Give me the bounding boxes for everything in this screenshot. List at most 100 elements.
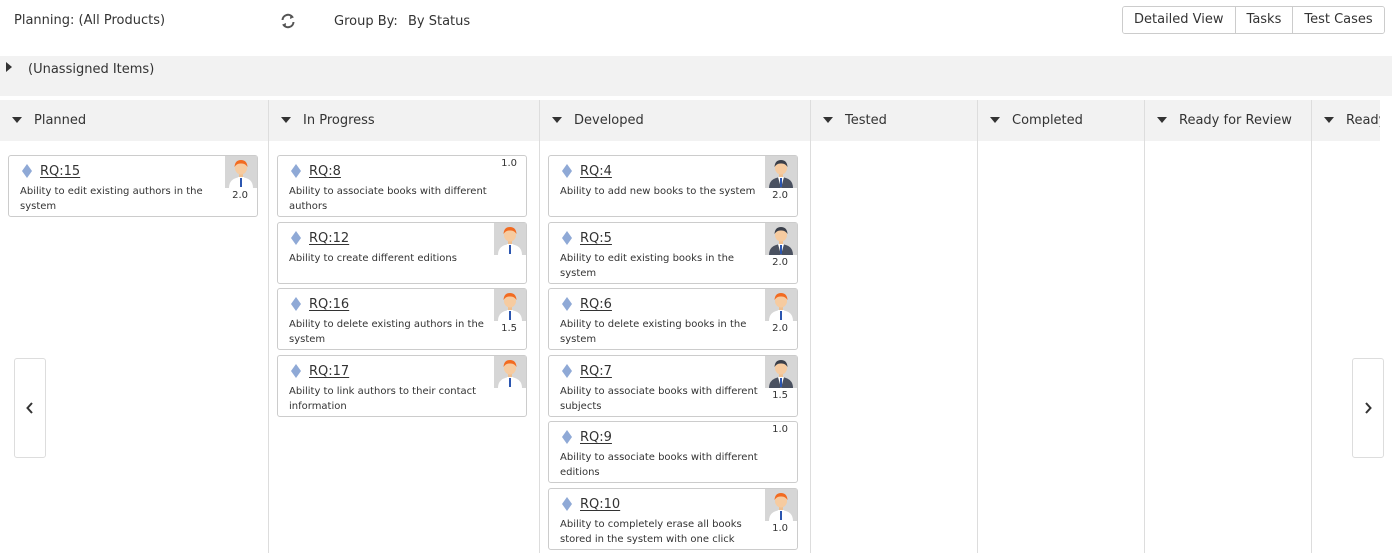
board-column: Developed RQ:4 Ability to add new books to… bbox=[540, 100, 811, 553]
requirement-card[interactable]: RQ:8 Ability to associate books with diff… bbox=[277, 155, 527, 217]
column-header: Ready for Test bbox=[1312, 100, 1380, 141]
chevron-left-icon bbox=[26, 402, 33, 414]
requirement-card[interactable]: RQ:10 Ability to completely erase all boo… bbox=[548, 488, 798, 550]
requirement-description: Ability to link authors to their contact… bbox=[289, 386, 477, 412]
column-header: Planned bbox=[0, 100, 268, 141]
avatar[interactable] bbox=[765, 289, 797, 321]
column-header: Ready for Review bbox=[1145, 100, 1311, 141]
diamond-icon bbox=[562, 163, 572, 178]
column-title: Developed bbox=[574, 113, 644, 128]
column-header: In Progress bbox=[269, 100, 539, 141]
diamond-icon bbox=[291, 230, 301, 245]
requirement-card[interactable]: RQ:7 Ability to associate books with diff… bbox=[548, 355, 798, 417]
column-title: Ready for Review bbox=[1179, 113, 1292, 128]
group-by-label: Group By: bbox=[334, 14, 398, 29]
diamond-icon bbox=[291, 163, 301, 178]
collapse-caret-icon[interactable] bbox=[12, 117, 22, 123]
requirement-description: Ability to associate books with differen… bbox=[560, 386, 758, 412]
estimate-points: 2.0 bbox=[772, 323, 788, 334]
requirement-description: Ability to delete existing authors in th… bbox=[289, 319, 484, 345]
avatar[interactable] bbox=[494, 356, 526, 388]
avatar[interactable] bbox=[494, 289, 526, 321]
column-title: In Progress bbox=[303, 113, 375, 128]
column-header: Tested bbox=[811, 100, 977, 141]
refresh-button[interactable] bbox=[279, 12, 297, 30]
test-cases-button[interactable]: Test Cases bbox=[1293, 7, 1384, 33]
prev-page-button[interactable] bbox=[14, 358, 46, 458]
diamond-icon bbox=[562, 363, 572, 378]
requirement-link[interactable]: RQ:12 bbox=[309, 231, 349, 246]
kanban-board: Planned RQ:15 Ability to edit existing aut… bbox=[0, 100, 1380, 553]
board-column: Ready for Review bbox=[1145, 100, 1312, 553]
tasks-button[interactable]: Tasks bbox=[1235, 7, 1294, 33]
board-column: In Progress RQ:8 Ability to associate book… bbox=[269, 100, 540, 553]
estimate-points: 2.0 bbox=[772, 190, 788, 201]
requirement-link[interactable]: RQ:5 bbox=[580, 231, 612, 246]
collapse-caret-icon[interactable] bbox=[1157, 117, 1167, 123]
diamond-icon bbox=[562, 296, 572, 311]
collapse-caret-icon[interactable] bbox=[281, 117, 291, 123]
requirement-link[interactable]: RQ:15 bbox=[40, 164, 80, 179]
requirement-description: Ability to edit existing books in the sy… bbox=[560, 253, 735, 279]
avatar[interactable] bbox=[494, 223, 526, 255]
diamond-icon bbox=[562, 429, 572, 444]
page-title: Planning: (All Products) bbox=[14, 13, 166, 28]
requirement-link[interactable]: RQ:7 bbox=[580, 364, 612, 379]
detailed-view-button[interactable]: Detailed View bbox=[1123, 7, 1236, 33]
requirement-link[interactable]: RQ:10 bbox=[580, 497, 620, 512]
requirement-link[interactable]: RQ:6 bbox=[580, 297, 612, 312]
requirement-link[interactable]: RQ:8 bbox=[309, 164, 341, 179]
unassigned-label: (Unassigned Items) bbox=[28, 62, 155, 77]
requirement-card[interactable]: RQ:6 Ability to delete existing books in … bbox=[548, 288, 798, 350]
requirement-link[interactable]: RQ:17 bbox=[309, 364, 349, 379]
avatar[interactable] bbox=[765, 156, 797, 188]
requirement-card[interactable]: RQ:17 Ability to link authors to their co… bbox=[277, 355, 527, 417]
requirement-card[interactable]: RQ:16 Ability to delete existing authors … bbox=[277, 288, 527, 350]
expand-caret-icon[interactable] bbox=[6, 62, 12, 72]
refresh-icon bbox=[281, 13, 295, 29]
view-switcher: Detailed View Tasks Test Cases bbox=[1122, 6, 1385, 34]
requirement-description: Ability to associate books with differen… bbox=[289, 186, 487, 212]
requirement-card[interactable]: RQ:5 Ability to edit existing books in th… bbox=[548, 222, 798, 284]
board-column: Planned RQ:15 Ability to edit existing aut… bbox=[0, 100, 269, 553]
avatar[interactable] bbox=[765, 356, 797, 388]
toolbar: Planning: (All Products) Group By: By St… bbox=[0, 0, 1392, 44]
column-title: Completed bbox=[1012, 113, 1083, 128]
board-column: Tested bbox=[811, 100, 978, 553]
next-page-button[interactable] bbox=[1352, 358, 1384, 458]
requirement-card[interactable]: RQ:15 Ability to edit existing authors in… bbox=[8, 155, 258, 217]
requirement-link[interactable]: RQ:4 bbox=[580, 164, 612, 179]
collapse-caret-icon[interactable] bbox=[990, 117, 1000, 123]
chevron-right-icon bbox=[1365, 402, 1372, 414]
requirement-description: Ability to delete existing books in the … bbox=[560, 319, 747, 345]
group-by-select[interactable]: By Status bbox=[408, 14, 470, 29]
requirement-link[interactable]: RQ:16 bbox=[309, 297, 349, 312]
estimate-points: 1.0 bbox=[501, 158, 517, 169]
avatar[interactable] bbox=[765, 489, 797, 521]
collapse-caret-icon[interactable] bbox=[552, 117, 562, 123]
requirement-description: Ability to edit existing authors in the … bbox=[20, 186, 203, 212]
requirement-card[interactable]: RQ:12 Ability to create different edition… bbox=[277, 222, 527, 284]
diamond-icon bbox=[562, 496, 572, 511]
requirement-card[interactable]: RQ:9 Ability to associate books with diff… bbox=[548, 421, 798, 483]
avatar[interactable] bbox=[225, 156, 257, 188]
estimate-points: 2.0 bbox=[772, 257, 788, 268]
unassigned-row[interactable] bbox=[0, 56, 1392, 96]
diamond-icon bbox=[562, 230, 572, 245]
requirement-description: Ability to add new books to the system bbox=[560, 186, 756, 197]
requirement-link[interactable]: RQ:9 bbox=[580, 430, 612, 445]
column-header: Developed bbox=[540, 100, 810, 141]
board-column: Completed bbox=[978, 100, 1145, 553]
avatar[interactable] bbox=[765, 223, 797, 255]
estimate-points: 1.5 bbox=[772, 390, 788, 401]
collapse-caret-icon[interactable] bbox=[1324, 117, 1334, 123]
diamond-icon bbox=[291, 363, 301, 378]
requirement-card[interactable]: RQ:4 Ability to add new books to the syst… bbox=[548, 155, 798, 217]
requirement-description: Ability to completely erase all books st… bbox=[560, 519, 742, 545]
board-column: Ready for Test bbox=[1312, 100, 1380, 553]
estimate-points: 2.0 bbox=[232, 190, 248, 201]
collapse-caret-icon[interactable] bbox=[823, 117, 833, 123]
column-title: Tested bbox=[845, 113, 887, 128]
diamond-icon bbox=[291, 296, 301, 311]
estimate-points: 1.0 bbox=[772, 523, 788, 534]
